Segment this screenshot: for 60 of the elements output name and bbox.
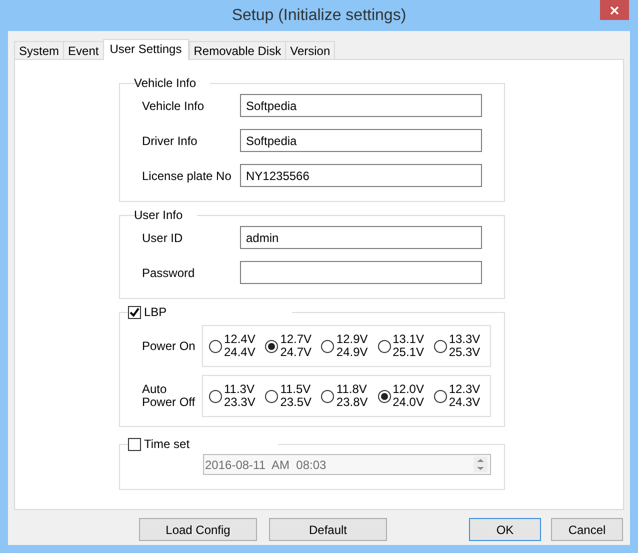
voltage-label: 12.0V	[392, 383, 424, 396]
voltage-label: 24.4V	[224, 346, 256, 359]
voltage-label: 12.9V	[336, 333, 368, 346]
group-title: User Info	[134, 207, 183, 224]
radio-button[interactable]	[434, 340, 447, 352]
radio-button[interactable]	[378, 340, 391, 352]
text-field[interactable]: NY1235566	[240, 164, 482, 187]
radio-button[interactable]	[321, 340, 334, 352]
close-button[interactable]	[600, 0, 629, 20]
field-label: Driver Info	[142, 132, 198, 150]
voltage-label: 12.4V	[224, 333, 256, 346]
field-label: Vehicle Info	[142, 98, 206, 114]
radio-button[interactable]	[321, 390, 334, 402]
radio-button[interactable]	[378, 390, 391, 402]
voltage-label: 23.5V	[280, 396, 312, 409]
date-time-value: 2016-08-11 AM 08:03	[205, 456, 326, 474]
radio-button[interactable]	[265, 390, 278, 402]
voltage-label: 11.8V	[336, 383, 368, 396]
tab[interactable]: Version	[285, 41, 336, 59]
checkbox[interactable]	[128, 306, 141, 318]
dialog-button[interactable]: OK	[469, 518, 541, 541]
checkbox-label: LBP	[144, 304, 167, 321]
check-icon	[129, 306, 140, 318]
radio-button[interactable]	[265, 340, 278, 352]
voltage-label: 25.1V	[392, 346, 424, 359]
radio-button[interactable]	[434, 390, 447, 402]
field-label: License plate No	[142, 168, 232, 184]
voltage-label: 13.3V	[448, 333, 480, 346]
checkbox-label: Time set	[144, 436, 190, 453]
voltage-label: 12.3V	[448, 383, 480, 396]
dialog-button[interactable]: Cancel	[551, 518, 623, 541]
option-label: Auto Power Off	[142, 383, 196, 409]
voltage-label: 24.7V	[280, 346, 312, 359]
radio-button[interactable]	[209, 340, 222, 352]
text-field[interactable]: Softpedia	[240, 129, 482, 152]
tab[interactable]: System	[14, 41, 64, 59]
field-label: Password	[142, 264, 196, 282]
text-field[interactable]: admin	[240, 226, 482, 249]
text-field[interactable]	[240, 261, 482, 284]
radio-button[interactable]	[209, 390, 222, 402]
voltage-label: 25.3V	[448, 346, 480, 359]
tab[interactable]: User Settings	[102, 39, 189, 60]
voltage-label: 24.9V	[336, 346, 368, 359]
voltage-label: 11.5V	[280, 383, 312, 396]
voltage-label: 12.7V	[280, 333, 312, 346]
voltage-label: 24.3V	[448, 396, 480, 409]
dialog-button[interactable]: Load Config	[139, 518, 257, 541]
option-label: Power On	[142, 340, 196, 352]
dialog-button[interactable]: Default	[269, 518, 387, 541]
voltage-label: 23.3V	[224, 396, 256, 409]
field-label: User ID	[142, 230, 184, 246]
text-field[interactable]: Softpedia	[240, 94, 482, 117]
group-title: Vehicle Info	[134, 75, 196, 92]
window-title: Setup (Initialize settings)	[232, 6, 406, 26]
voltage-label: 24.0V	[392, 396, 424, 409]
voltage-label: 11.3V	[224, 383, 256, 396]
close-icon	[610, 6, 619, 14]
voltage-label: 13.1V	[392, 333, 424, 346]
voltage-label: 23.8V	[336, 396, 368, 409]
tab[interactable]: Removable Disk	[188, 41, 286, 59]
